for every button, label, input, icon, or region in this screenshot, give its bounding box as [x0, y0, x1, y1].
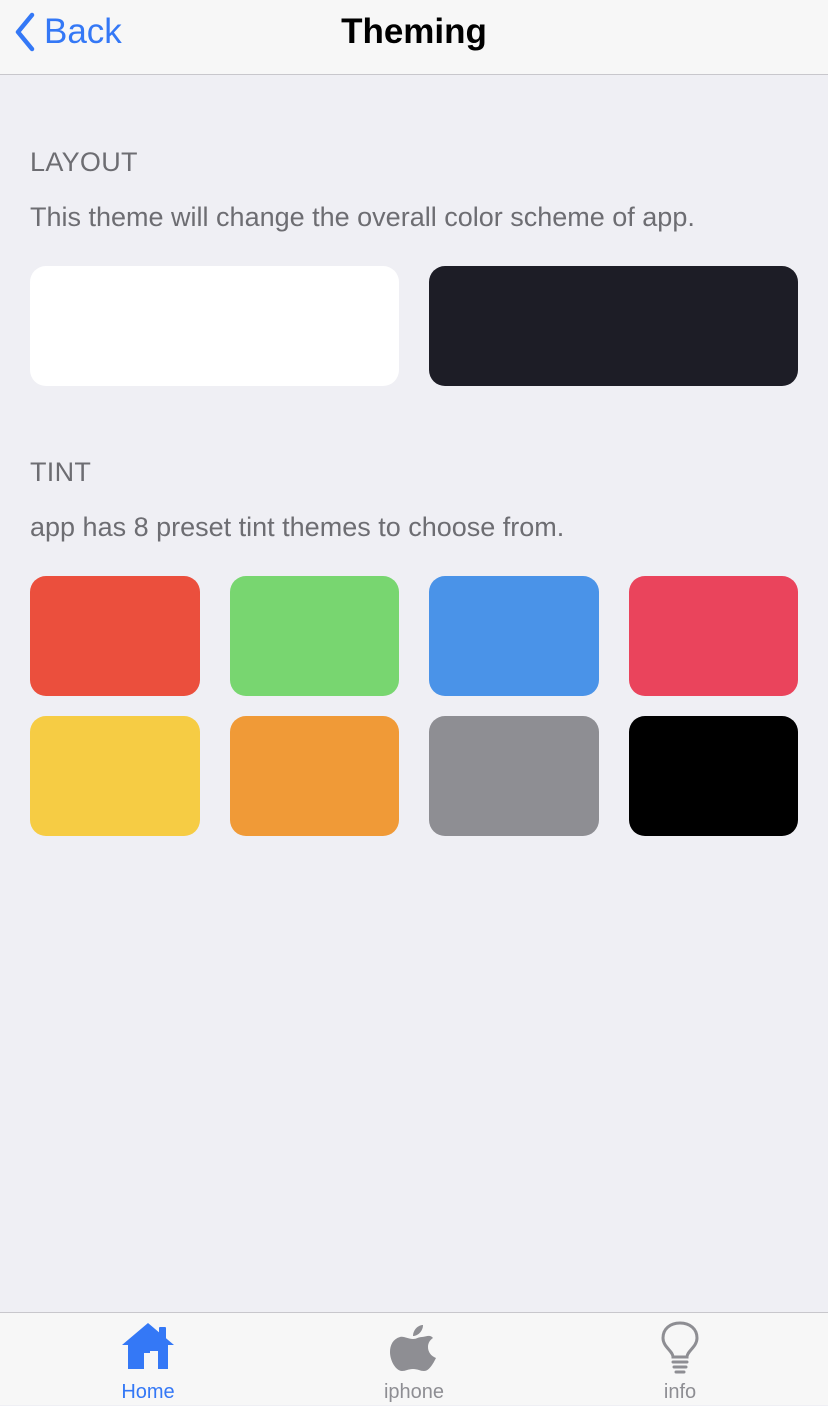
tint-option-gray[interactable]: [429, 716, 599, 836]
tint-section-description: app has 8 preset tint themes to choose f…: [30, 512, 565, 542]
tab-iphone-label: iphone: [383, 1381, 445, 1403]
house-icon: [120, 1321, 176, 1371]
apple-icon: [389, 1321, 439, 1373]
tab-home-label: Home: [121, 1381, 175, 1403]
tint-option-blue[interactable]: [429, 576, 599, 696]
page-title: Theming: [341, 12, 487, 51]
navigation-bar: Back Theming: [0, 0, 828, 75]
tint-option-orange[interactable]: [230, 716, 399, 836]
lightbulb-icon: [660, 1321, 700, 1375]
tab-bar: Home iphone info: [0, 1312, 828, 1405]
tab-info[interactable]: info: [542, 1313, 818, 1406]
tint-option-red[interactable]: [30, 576, 200, 696]
layout-option-light[interactable]: [30, 266, 399, 386]
layout-section-header: LAYOUT: [30, 147, 138, 177]
layout-option-dark[interactable]: [429, 266, 798, 386]
tint-option-green[interactable]: [230, 576, 399, 696]
tab-info-label: info: [663, 1381, 697, 1403]
tab-iphone[interactable]: iphone: [276, 1313, 552, 1406]
tint-section-header: TINT: [30, 457, 92, 487]
layout-section-description: This theme will change the overall color…: [30, 202, 695, 232]
tab-home[interactable]: Home: [10, 1313, 286, 1406]
tint-option-black[interactable]: [629, 716, 798, 836]
tint-option-yellow[interactable]: [30, 716, 200, 836]
tint-option-pink[interactable]: [629, 576, 798, 696]
